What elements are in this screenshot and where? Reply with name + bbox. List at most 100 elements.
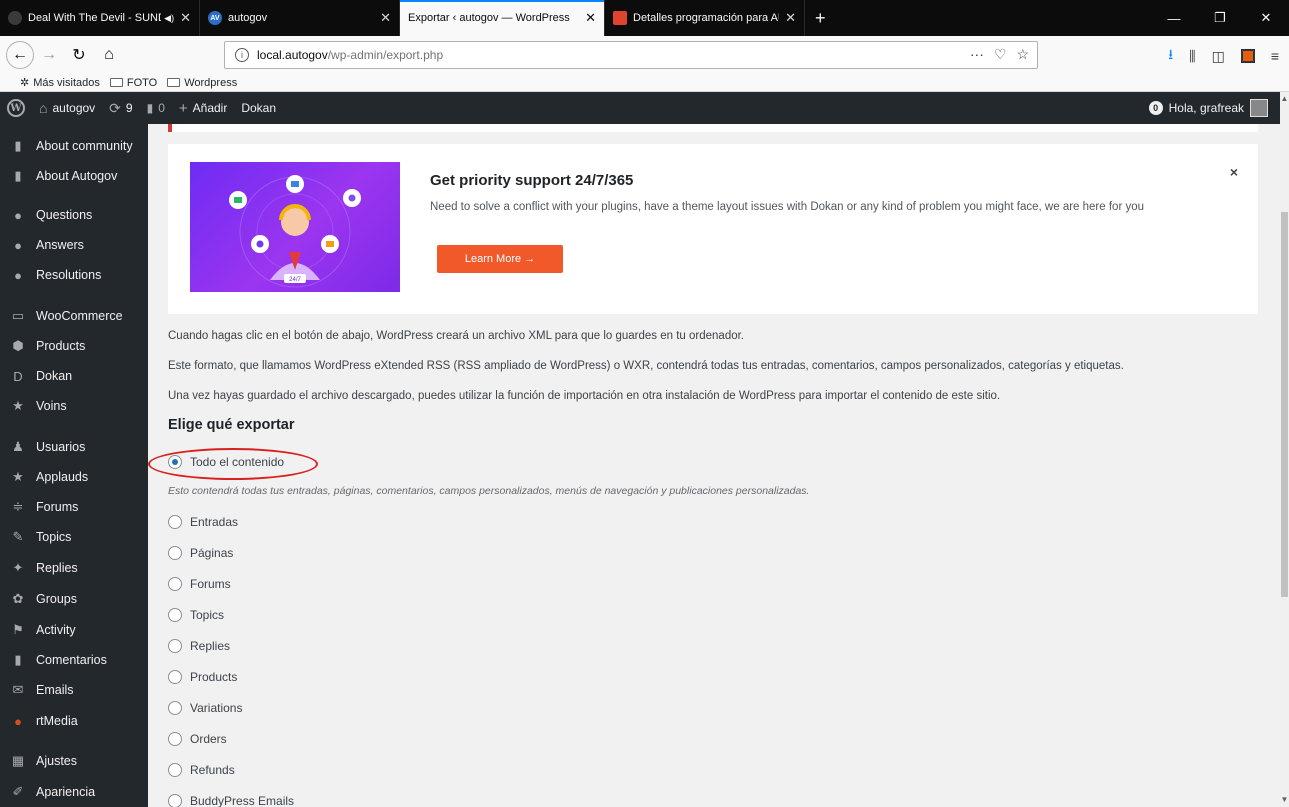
updates-menu[interactable]: ⟳ 9 bbox=[102, 92, 139, 124]
sidebar-item-apariencia[interactable]: ✐ Apariencia bbox=[0, 777, 148, 807]
scroll-down-icon[interactable]: ▼ bbox=[1280, 795, 1289, 805]
bookmark-star-icon[interactable]: ☆ bbox=[1016, 46, 1029, 63]
radio-button[interactable] bbox=[168, 701, 182, 715]
dokan-menu[interactable]: Dokan bbox=[234, 92, 283, 124]
sidebar-item-usuarios[interactable]: ♟ Usuarios bbox=[0, 432, 148, 462]
sidebar-item-about-community[interactable]: ▮ About community bbox=[0, 131, 148, 161]
close-icon[interactable]: × bbox=[1230, 164, 1238, 180]
sidebar-item-forums[interactable]: ≑ Forums bbox=[0, 492, 148, 522]
radio-button[interactable] bbox=[168, 670, 182, 684]
comments-menu[interactable]: ▮ 0 bbox=[140, 92, 172, 124]
sidebar-toggle-icon[interactable]: ◫ bbox=[1212, 48, 1225, 65]
activity-icon: ⚑ bbox=[12, 622, 24, 637]
forward-icon[interactable]: → bbox=[34, 40, 64, 70]
sidebar-item-woocommerce[interactable]: ▭ WooCommerce bbox=[0, 301, 148, 331]
radio-button-checked[interactable] bbox=[168, 455, 182, 469]
radio-option-entradas[interactable]: Entradas bbox=[168, 514, 238, 530]
radio-option-orders[interactable]: Orders bbox=[168, 731, 227, 747]
page-scrollbar[interactable]: ▲ ▼ bbox=[1280, 92, 1289, 807]
bookmark-folder[interactable]: Wordpress bbox=[167, 77, 237, 89]
url-bar[interactable]: i local.autogov/wp-admin/export.php ··· … bbox=[224, 41, 1038, 69]
info-icon[interactable]: i bbox=[235, 48, 249, 62]
radio-option-replies[interactable]: Replies bbox=[168, 638, 230, 654]
add-new-menu[interactable]: + Añadir bbox=[172, 92, 234, 124]
bookmark-folder[interactable]: FOTO bbox=[109, 77, 157, 89]
sidebar-item-comentarios[interactable]: ▮ Comentarios bbox=[0, 645, 148, 675]
page-actions-icon[interactable]: ··· bbox=[970, 46, 984, 63]
my-account-menu[interactable]: 0 Hola, grafreak bbox=[1148, 92, 1268, 124]
scroll-up-icon[interactable]: ▲ bbox=[1280, 94, 1289, 104]
radio-option-refunds[interactable]: Refunds bbox=[168, 762, 235, 778]
close-window-icon[interactable]: ✕ bbox=[1243, 0, 1289, 36]
bookmark-most-visited[interactable]: ✲ Más visitados bbox=[20, 76, 100, 90]
back-icon[interactable]: ← bbox=[6, 41, 34, 69]
close-tab-icon[interactable]: ✕ bbox=[180, 10, 191, 26]
radio-button[interactable] bbox=[168, 794, 182, 807]
site-name-menu[interactable]: ⌂ autogov bbox=[32, 92, 102, 124]
browser-tab[interactable]: AV autogov ✕ bbox=[200, 0, 400, 36]
menu-icon[interactable]: ≡ bbox=[1271, 48, 1279, 64]
sidebar-item-activity[interactable]: ⚑ Activity bbox=[0, 615, 148, 645]
radio-option-buddypress-emails[interactable]: BuddyPress Emails bbox=[168, 793, 294, 807]
close-tab-icon[interactable]: ✕ bbox=[785, 10, 796, 26]
radio-button[interactable] bbox=[168, 577, 182, 591]
folder-icon bbox=[109, 78, 123, 87]
radio-label: Variations bbox=[190, 701, 243, 715]
sidebar-item-emails[interactable]: ✉ Emails bbox=[0, 675, 148, 705]
sidebar-item-about-autogov[interactable]: ▮ About Autogov bbox=[0, 161, 148, 191]
comment-icon: ▮ bbox=[14, 652, 22, 667]
tab-label: Deal With The Devil - SUND bbox=[28, 12, 162, 24]
banner-title: Get priority support 24/7/365 bbox=[430, 172, 634, 189]
radio-button[interactable] bbox=[168, 608, 182, 622]
wp-logo-menu[interactable]: W bbox=[0, 92, 32, 124]
close-tab-icon[interactable]: ✕ bbox=[585, 10, 596, 26]
sidebar-item-label: Answers bbox=[36, 238, 84, 252]
radio-button[interactable] bbox=[168, 515, 182, 529]
sidebar-item-answers[interactable]: ● Answers bbox=[0, 230, 148, 260]
radio-button[interactable] bbox=[168, 763, 182, 777]
minimize-icon[interactable]: — bbox=[1151, 0, 1197, 36]
radio-option-páginas[interactable]: Páginas bbox=[168, 545, 233, 561]
sidebar-item-topics[interactable]: ✎ Topics bbox=[0, 522, 148, 552]
sidebar-item-ajustes[interactable]: ▦ Ajustes bbox=[0, 746, 148, 776]
radio-button[interactable] bbox=[168, 639, 182, 653]
browser-tab[interactable]: Deal With The Devil - SUND ◀) ✕ bbox=[0, 0, 200, 36]
browser-tab-active[interactable]: Exportar ‹ autogov — WordPress ✕ bbox=[400, 0, 605, 36]
sidebar-item-dokan[interactable]: D Dokan bbox=[0, 361, 148, 391]
download-icon[interactable]: ⭳ bbox=[1168, 44, 1173, 68]
radio-option-variations[interactable]: Variations bbox=[168, 700, 242, 716]
sidebar-item-voins[interactable]: ★ Voins bbox=[0, 391, 148, 421]
radio-all-content[interactable]: Todo el contenido bbox=[168, 454, 284, 470]
close-tab-icon[interactable]: ✕ bbox=[380, 10, 391, 26]
notification-badge[interactable]: 0 bbox=[1148, 101, 1163, 115]
browser-tab[interactable]: Detalles programación para AU ✕ bbox=[605, 0, 805, 36]
forum-icon: ≑ bbox=[12, 499, 24, 514]
sidebar-item-products[interactable]: ⬢ Products bbox=[0, 331, 148, 361]
restore-icon[interactable]: ❐ bbox=[1197, 0, 1243, 36]
pocket-icon[interactable]: ♡ bbox=[994, 46, 1007, 63]
radio-label: Refunds bbox=[190, 763, 235, 777]
library-icon[interactable]: ⫼ bbox=[1189, 48, 1195, 65]
radio-button[interactable] bbox=[168, 546, 182, 560]
radio-option-products[interactable]: Products bbox=[168, 669, 237, 685]
chat-icon: ● bbox=[14, 207, 22, 223]
sidebar-item-groups[interactable]: ✿ Groups bbox=[0, 584, 148, 614]
radio-option-forums[interactable]: Forums bbox=[168, 576, 231, 592]
learn-more-button[interactable]: Learn More → bbox=[437, 245, 563, 273]
home-icon[interactable]: ⌂ bbox=[94, 40, 124, 70]
sidebar-item-rtmedia[interactable]: ● rtMedia bbox=[0, 706, 148, 736]
sidebar-item-questions[interactable]: ● Questions bbox=[0, 200, 148, 230]
new-tab-icon[interactable]: + bbox=[805, 0, 836, 36]
extension-icon[interactable] bbox=[1240, 49, 1255, 63]
dokan-icon: D bbox=[13, 368, 23, 384]
browser-nav-bar: ← → ↻ ⌂ i local.autogov/wp-admin/export.… bbox=[0, 36, 1289, 74]
sidebar-item-replies[interactable]: ✦ Replies bbox=[0, 553, 148, 583]
radio-option-topics[interactable]: Topics bbox=[168, 607, 224, 623]
sidebar-item-resolutions[interactable]: ● Resolutions bbox=[0, 260, 148, 290]
reload-icon[interactable]: ↻ bbox=[64, 40, 94, 70]
speaker-icon[interactable]: ◀) bbox=[164, 13, 174, 24]
radio-button[interactable] bbox=[168, 732, 182, 746]
scroll-thumb[interactable] bbox=[1281, 212, 1288, 597]
sidebar-item-applauds[interactable]: ★ Applauds bbox=[0, 462, 148, 492]
radio-label: Entradas bbox=[190, 515, 239, 529]
